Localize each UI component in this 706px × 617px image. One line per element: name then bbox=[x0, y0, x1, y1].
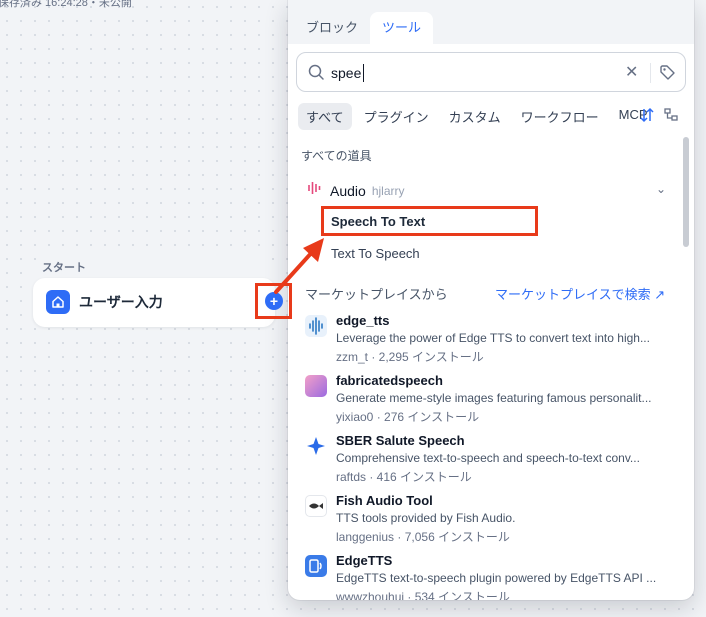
plugin-description: Leverage the power of Edge TTS to conver… bbox=[336, 331, 650, 345]
start-node-label: スタート bbox=[42, 262, 86, 274]
plugin-meta: wwwzhouhui · 534 インストール bbox=[336, 590, 510, 600]
fish-icon bbox=[305, 495, 327, 517]
user-input-node[interactable]: ユーザー入力 bbox=[33, 278, 275, 327]
tree-view-icon[interactable] bbox=[663, 107, 679, 128]
plugin-meta: raftds · 416 インストール bbox=[336, 470, 472, 484]
tag-icon[interactable] bbox=[659, 64, 676, 86]
plugin-description: EdgeTTS text-to-speech plugin powered by… bbox=[336, 571, 657, 585]
tab-blocks[interactable]: ブロック bbox=[294, 12, 370, 44]
save-status: 保存済み 16:24:28・未公開 bbox=[0, 0, 132, 9]
tool-speech-to-text[interactable]: Speech To Text bbox=[331, 214, 425, 229]
audio-icon bbox=[306, 180, 322, 201]
plugin-name: Fish Audio Tool bbox=[336, 493, 433, 508]
plugin-name: SBER Salute Speech bbox=[336, 433, 465, 448]
search-input[interactable] bbox=[331, 63, 601, 83]
add-node-button[interactable]: + bbox=[265, 292, 283, 310]
text-cursor bbox=[363, 64, 364, 82]
image-icon bbox=[305, 375, 327, 397]
home-icon bbox=[46, 290, 70, 314]
start-node[interactable]: スタート ユーザー入力 bbox=[33, 254, 275, 327]
plugin-meta: langgenius · 7,056 インストール bbox=[336, 530, 510, 544]
sparkle-icon bbox=[305, 435, 327, 457]
plugin-description: Comprehensive text-to-speech and speech-… bbox=[336, 451, 640, 465]
tool-picker-panel: ブロック ツール ✕ すべて プラグイン カスタム ワークフロー MCP すべて… bbox=[288, 0, 694, 600]
search-divider bbox=[650, 63, 651, 83]
node-title: ユーザー入力 bbox=[79, 294, 163, 310]
search-box: ✕ bbox=[296, 52, 686, 92]
filter-custom[interactable]: カスタム bbox=[441, 103, 509, 130]
filter-workflow[interactable]: ワークフロー bbox=[513, 103, 607, 130]
plugin-name: EdgeTTS bbox=[336, 553, 393, 568]
group-author: hjlarry bbox=[371, 183, 405, 198]
marketplace-heading: マーケットプレイスから bbox=[305, 287, 448, 302]
panel-tabs: ブロック ツール bbox=[288, 0, 694, 44]
filter-plugin[interactable]: プラグイン bbox=[356, 103, 437, 130]
plugin-name: fabricatedspeech bbox=[336, 373, 443, 388]
section-title: すべての道具 bbox=[301, 149, 372, 163]
view-toggle bbox=[639, 107, 679, 128]
plugin-description: Generate meme-style images featuring fam… bbox=[336, 391, 652, 405]
scrollbar[interactable] bbox=[683, 137, 689, 247]
plugin-meta: zzm_t · 2,295 インストール bbox=[336, 350, 484, 364]
tab-tools[interactable]: ツール bbox=[370, 12, 434, 44]
plugin-name: edge_tts bbox=[336, 313, 390, 328]
filter-all[interactable]: すべて bbox=[298, 103, 352, 130]
filter-bar: すべて プラグイン カスタム ワークフロー MCP bbox=[298, 103, 656, 130]
group-name: Audio bbox=[330, 182, 366, 199]
search-icon bbox=[307, 63, 325, 86]
marketplace-search-link[interactable]: マーケットプレイスで検索 ↗ bbox=[495, 284, 665, 303]
clear-icon[interactable]: ✕ bbox=[625, 62, 638, 82]
tool-text-to-speech[interactable]: Text To Speech bbox=[331, 246, 420, 261]
speaker-icon bbox=[305, 555, 327, 577]
tool-group-audio[interactable]: Audio hjlarry ⌄ bbox=[306, 180, 666, 201]
chevron-down-icon[interactable]: ⌄ bbox=[656, 182, 666, 196]
plugin-description: TTS tools provided by Fish Audio. bbox=[336, 511, 516, 525]
soundwave-icon bbox=[305, 315, 327, 337]
plugin-meta: yixiao0 · 276 インストール bbox=[336, 410, 480, 424]
sort-icon[interactable] bbox=[639, 107, 655, 128]
